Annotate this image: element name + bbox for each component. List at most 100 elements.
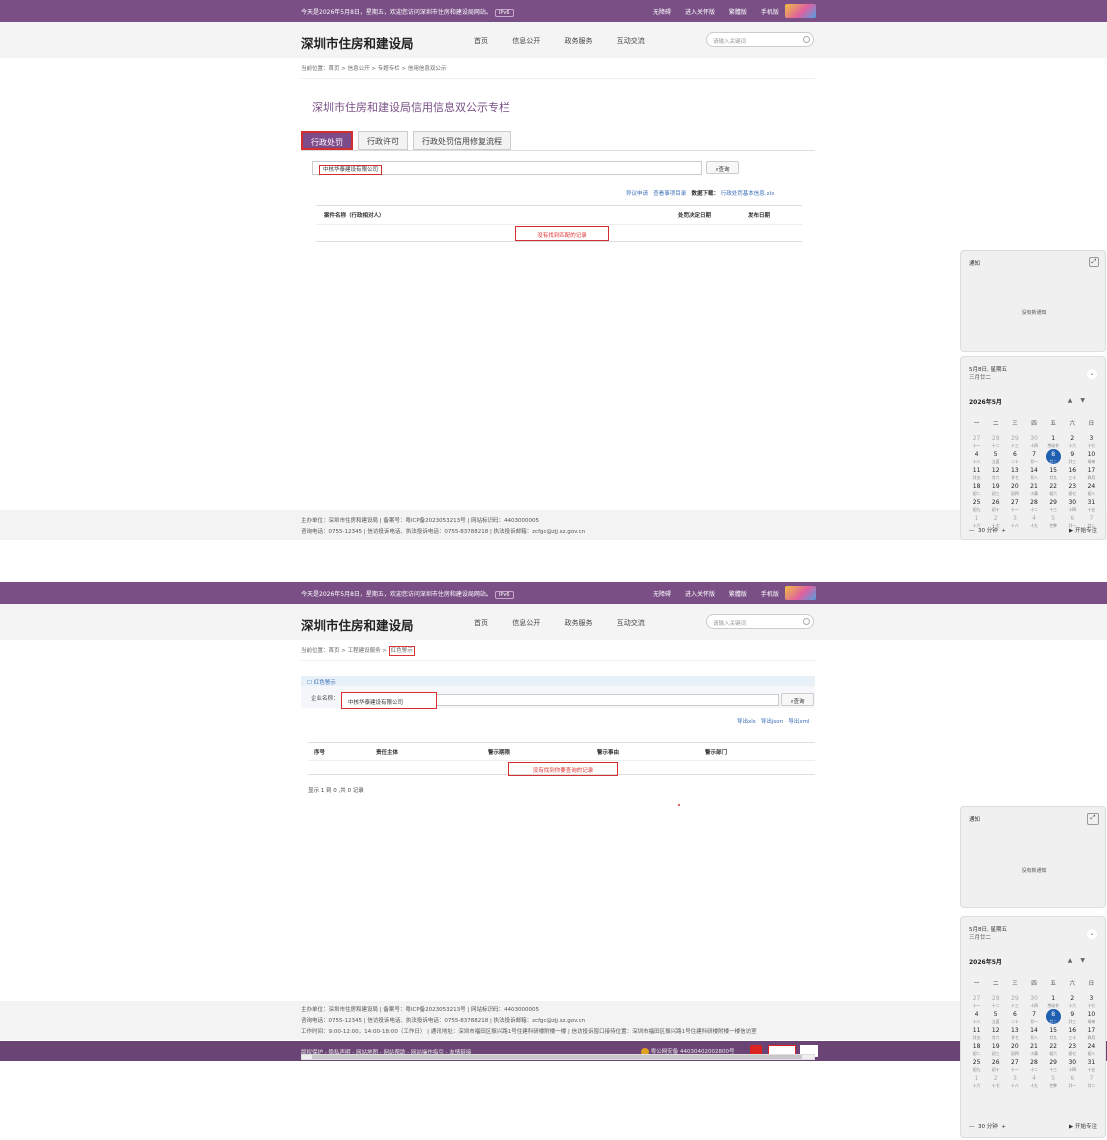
start-focus-button[interactable]: ▶ 开始专注 xyxy=(1069,526,1097,534)
calendar-day[interactable]: 20 初四 xyxy=(1005,481,1024,497)
calendar-day[interactable]: 31 十五 xyxy=(1082,497,1101,513)
calendar-day[interactable]: 15 廿九 xyxy=(1044,465,1063,481)
calendar-day[interactable]: 17 四月 xyxy=(1082,465,1101,481)
calendar-day[interactable]: 4 十九 xyxy=(1024,513,1043,529)
calendar-day[interactable]: 18 初二 xyxy=(967,481,986,497)
calendar-day[interactable]: 27 十一 xyxy=(1005,1057,1024,1073)
calendar-day[interactable]: 5 立夏 xyxy=(986,1009,1005,1025)
calendar-day[interactable]: 3 十八 xyxy=(1005,513,1024,529)
calendar-day[interactable]: 29 十三 xyxy=(1044,497,1063,513)
company-search-input[interactable]: 中核华泰建设有限公司 xyxy=(312,161,702,175)
calendar-day[interactable]: 28 十二 xyxy=(1024,497,1043,513)
calendar-day[interactable]: 14 廿八 xyxy=(1024,465,1043,481)
query-button[interactable]: ⌕查询 xyxy=(781,693,814,706)
link-mobile[interactable]: 手机版 xyxy=(761,591,779,598)
calendar-day[interactable]: 1 十六 xyxy=(967,1073,986,1089)
nav-services[interactable]: 政务服务 xyxy=(564,619,592,627)
link-care-version[interactable]: 进入关怀版 xyxy=(685,9,715,16)
calendar-day[interactable]: 26 初十 xyxy=(986,1057,1005,1073)
calendar-day[interactable]: 30 十四 xyxy=(1024,993,1043,1009)
link-objection[interactable]: 异议申请 xyxy=(626,191,648,197)
calendar-day[interactable]: 4 十八 xyxy=(967,449,986,465)
nav-services[interactable]: 政务服务 xyxy=(564,37,592,45)
calendar-day[interactable]: 10 母亲 xyxy=(1082,1009,1101,1025)
calendar-day[interactable]: 19 初三 xyxy=(986,1041,1005,1057)
calendar-day[interactable]: 30 十四 xyxy=(1063,497,1082,513)
site-search-input[interactable]: 请输入关键词 xyxy=(706,614,814,629)
calendar-day[interactable]: 3 十七 xyxy=(1082,993,1101,1009)
calendar-day[interactable]: 28 十二 xyxy=(986,993,1005,1009)
calendar-day[interactable]: 8 廿二 xyxy=(1044,449,1063,465)
calendar-day[interactable]: 11 廿五 xyxy=(967,1025,986,1041)
calendar-day[interactable]: 15 廿九 xyxy=(1044,1025,1063,1041)
calendar-day[interactable]: 4 十八 xyxy=(967,1009,986,1025)
notification-settings-icon[interactable]: ⤢ xyxy=(1089,257,1099,267)
link-accessibility[interactable]: 无障碍 xyxy=(653,591,671,598)
link-catalog[interactable]: 查看事项目录 xyxy=(653,191,686,197)
nav-home[interactable]: 首页 xyxy=(474,619,488,627)
nav-interaction[interactable]: 互动交流 xyxy=(617,37,645,45)
calendar-day[interactable]: 25 初九 xyxy=(967,1057,986,1073)
calendar-day[interactable]: 12 廿六 xyxy=(986,465,1005,481)
calendar-day[interactable]: 5 立夏 xyxy=(986,449,1005,465)
calendar-day[interactable]: 19 初三 xyxy=(986,481,1005,497)
calendar-day[interactable]: 13 廿七 xyxy=(1005,1025,1024,1041)
tab-credit-repair[interactable]: 行政处罚信用修复流程 xyxy=(413,131,511,150)
calendar-day[interactable]: 14 廿八 xyxy=(1024,1025,1043,1041)
export-xls[interactable]: 导出xls xyxy=(737,719,756,725)
calendar-day[interactable]: 25 初九 xyxy=(967,497,986,513)
calendar-day[interactable]: 7 廿一 xyxy=(1024,1009,1043,1025)
nav-home[interactable]: 首页 xyxy=(474,37,488,45)
calendar-day[interactable]: 2 十七 xyxy=(986,1073,1005,1089)
link-traditional[interactable]: 繁體版 xyxy=(729,9,747,16)
search-icon[interactable] xyxy=(803,618,810,625)
calendar-day[interactable]: 30 十四 xyxy=(1024,433,1043,449)
site-logo[interactable]: 深圳市住房和建设局 xyxy=(301,33,414,52)
calendar-day[interactable]: 29 十三 xyxy=(1005,993,1024,1009)
calendar-day[interactable]: 29 十三 xyxy=(1005,433,1024,449)
calendar-day[interactable]: 1 劳动节 xyxy=(1044,993,1063,1009)
calendar-day[interactable]: 24 初八 xyxy=(1082,481,1101,497)
calendar-day[interactable]: 29 十三 xyxy=(1044,1057,1063,1073)
link-traditional[interactable]: 繁體版 xyxy=(729,591,747,598)
calendar-day[interactable]: 27 十一 xyxy=(967,433,986,449)
calendar-day[interactable]: 6 二十 xyxy=(1005,1009,1024,1025)
link-care-version[interactable]: 进入关怀版 xyxy=(685,591,715,598)
calendar-nav-arrows[interactable]: ▲▼ xyxy=(1068,397,1093,404)
calendar-day[interactable]: 22 初六 xyxy=(1044,481,1063,497)
calendar-day[interactable]: 23 初七 xyxy=(1063,1041,1082,1057)
search-icon[interactable] xyxy=(803,36,810,43)
calendar-day[interactable]: 24 初八 xyxy=(1082,1041,1101,1057)
calendar-day[interactable]: 6 廿一 xyxy=(1063,1073,1082,1089)
calendar-day[interactable]: 22 初六 xyxy=(1044,1041,1063,1057)
search-input-extension[interactable] xyxy=(437,694,779,706)
calendar-day[interactable]: 1 劳动节 xyxy=(1044,433,1063,449)
site-search-input[interactable]: 请输入关键词 xyxy=(706,32,814,47)
calendar-day[interactable]: 23 初七 xyxy=(1063,481,1082,497)
calendar-day[interactable]: 11 廿五 xyxy=(967,465,986,481)
link-accessibility[interactable]: 无障碍 xyxy=(653,9,671,16)
calendar-day[interactable]: 9 廿三 xyxy=(1063,1009,1082,1025)
chevron-down-icon[interactable]: ⌄ xyxy=(1087,369,1097,379)
company-search-input[interactable]: 中核华泰建设有限公司 xyxy=(341,692,437,709)
calendar-day[interactable]: 18 初二 xyxy=(967,1041,986,1057)
calendar-day[interactable]: 27 十一 xyxy=(967,993,986,1009)
calendar-day[interactable]: 26 初十 xyxy=(986,497,1005,513)
calendar-day[interactable]: 30 十四 xyxy=(1063,1057,1082,1073)
calendar-day[interactable]: 7 廿二 xyxy=(1082,1073,1101,1089)
notification-settings-icon[interactable]: ⤢ xyxy=(1087,813,1099,825)
nav-info[interactable]: 信息公开 xyxy=(512,37,540,45)
calendar-day[interactable]: 27 十一 xyxy=(1005,497,1024,513)
calendar-day[interactable]: 7 廿一 xyxy=(1024,449,1043,465)
site-logo[interactable]: 深圳市住房和建设局 xyxy=(301,615,414,634)
chevron-down-icon[interactable]: ⌄ xyxy=(1087,929,1097,939)
calendar-day[interactable]: 28 十二 xyxy=(986,433,1005,449)
calendar-day[interactable]: 5 芒种 xyxy=(1044,1073,1063,1089)
calendar-day[interactable]: 28 十二 xyxy=(1024,1057,1043,1073)
calendar-day[interactable]: 20 初四 xyxy=(1005,1041,1024,1057)
calendar-day[interactable]: 2 十六 xyxy=(1063,433,1082,449)
calendar-day[interactable]: 5 芒种 xyxy=(1044,513,1063,529)
calendar-day[interactable]: 3 十七 xyxy=(1082,433,1101,449)
nav-interaction[interactable]: 互动交流 xyxy=(617,619,645,627)
export-xml[interactable]: 导出xml xyxy=(788,719,809,725)
